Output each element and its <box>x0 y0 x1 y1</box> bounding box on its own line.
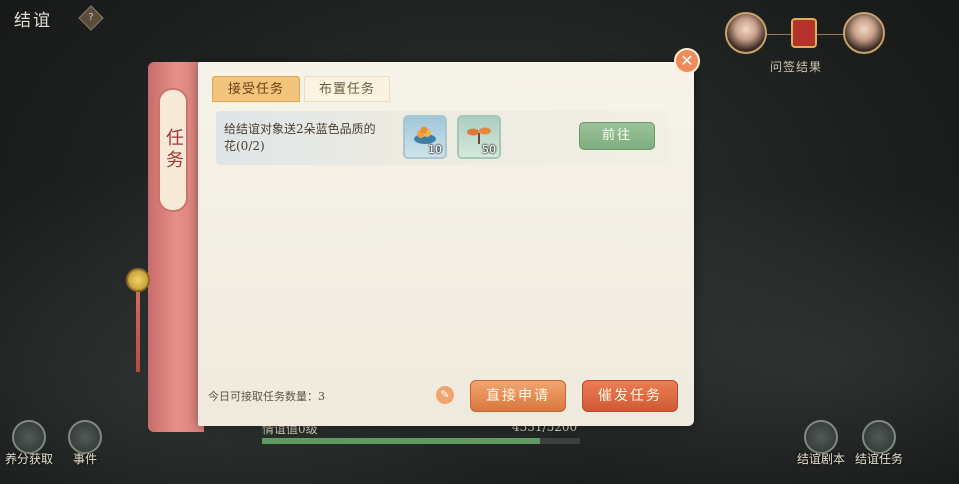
partner-avatar-left[interactable] <box>725 12 767 54</box>
close-icon[interactable]: ✕ <box>674 48 700 74</box>
bond-task-label: 结谊任务 <box>854 452 903 466</box>
reward-item[interactable]: 10 <box>403 115 447 159</box>
bond-script-button[interactable]: 结谊剧本 <box>792 420 850 467</box>
nutrient-icon <box>12 420 46 454</box>
tassel-decoration <box>136 292 140 372</box>
reward-quantity: 10 <box>428 143 442 156</box>
bond-progress-bar <box>262 438 580 444</box>
tab-accept-task[interactable]: 接受任务 <box>212 76 300 102</box>
spine-title: 任务 <box>158 88 188 212</box>
reward-quantity: 50 <box>482 143 496 156</box>
script-icon <box>804 420 838 454</box>
edit-icon[interactable]: ✎ <box>436 386 454 404</box>
help-badge-glyph: ? <box>88 12 94 23</box>
sprout-icon <box>467 127 491 144</box>
reward-item[interactable]: 50 <box>457 115 501 159</box>
spine-title-text: 任务 <box>163 128 184 172</box>
task-description: 给结谊对象送2朵蓝色品质的花(0/2) <box>224 122 376 153</box>
fortune-sign-icon[interactable] <box>791 18 817 48</box>
partner-avatar-right[interactable] <box>843 12 885 54</box>
tab-assign-task[interactable]: 布置任务 <box>304 76 390 102</box>
task-book-icon <box>862 420 896 454</box>
nutrient-button[interactable]: 养分获取 <box>4 420 54 467</box>
apply-button[interactable]: 直接申请 <box>470 380 566 412</box>
task-row: 给结谊对象送2朵蓝色品质的花(0/2) 10 50 前往 <box>216 111 668 165</box>
task-panel: 给结谊对象送2朵蓝色品质的花(0/2) 10 50 前往 <box>198 62 694 426</box>
food-bowl-icon <box>414 126 436 144</box>
bond-script-label: 结谊剧本 <box>796 452 845 466</box>
daily-accept-limit: 今日可接取任务数量：3 <box>208 390 325 403</box>
page-title: 结谊 <box>14 11 52 31</box>
book-icon <box>68 420 102 454</box>
event-label: 事件 <box>72 452 97 466</box>
bond-progress-fill <box>262 438 541 444</box>
publish-task-button[interactable]: 催发任务 <box>582 380 678 412</box>
coin-ornament-icon <box>126 268 150 292</box>
sign-result-label: 问签结果 <box>770 60 823 74</box>
event-button[interactable]: 事件 <box>62 420 108 467</box>
nutrient-label: 养分获取 <box>4 452 53 466</box>
go-button[interactable]: 前往 <box>579 122 655 150</box>
bond-task-button[interactable]: 结谊任务 <box>850 420 908 467</box>
